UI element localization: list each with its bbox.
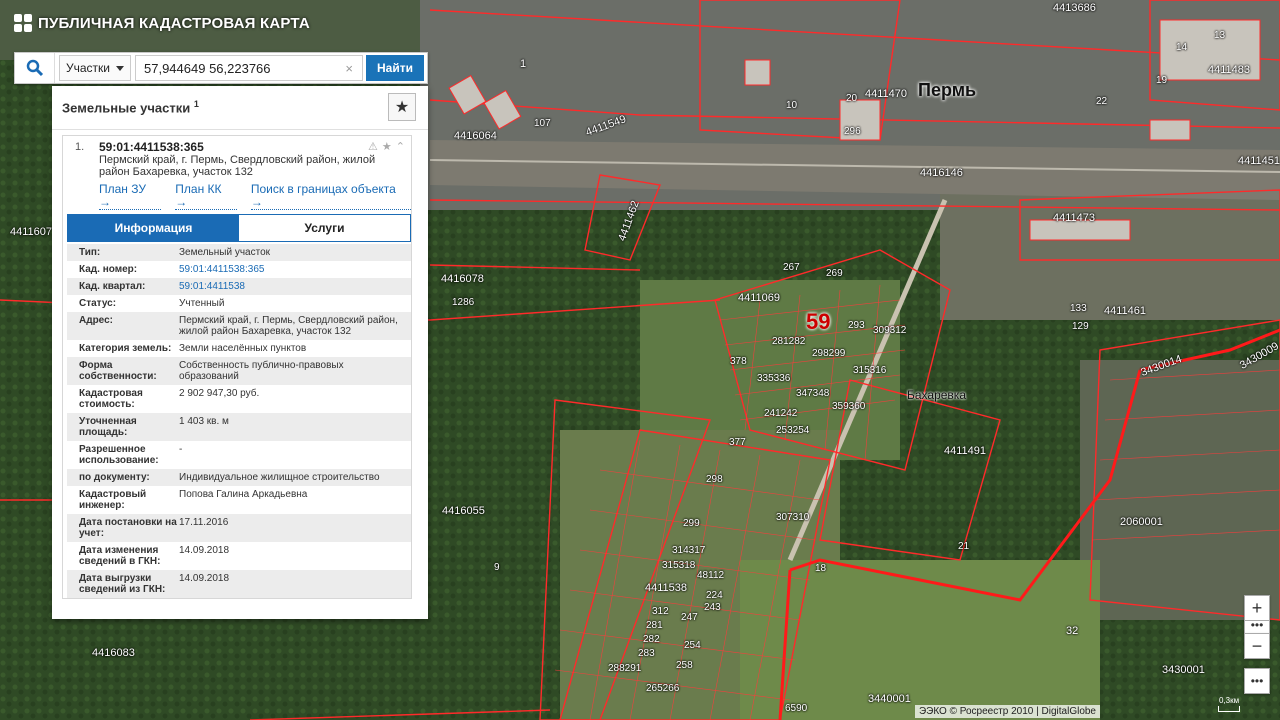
info-key: Категория земель: [79,343,172,354]
search-in-bounds-link[interactable]: Поиск в границах объекта → [250,183,412,210]
result-address: Пермский край, г. Пермь, Свердловский ра… [99,154,376,178]
info-key: Разрешенное использование: [79,444,159,466]
app-title: ПУБЛИЧНАЯ КАДАСТРОВАЯ КАРТА [38,14,310,32]
info-key: Уточненная площадь: [79,416,137,438]
search-type-label: Участки [66,61,110,75]
tab-info[interactable]: Информация [68,215,239,241]
search-icon[interactable] [15,53,55,83]
zoom-out-button[interactable]: − [1244,633,1270,659]
info-key: Кад. квартал: [79,281,146,292]
copyright-text: ЭЭКО © Росреестр 2010 | DigitalGlobe [914,705,1100,718]
info-row: Дата постановки на учет: 17.11.2016 [67,514,411,542]
info-row: Форма собственности: Собственность публич… [67,357,411,385]
info-row: Разрешенное использование: - [67,441,411,469]
clear-icon[interactable]: × [345,61,353,76]
info-row: Категория земель: Земли населённых пункто… [67,340,411,357]
panel-header: Земельные участки 1 ★ [52,86,428,130]
more-tools-button[interactable]: ••• [1244,668,1270,694]
result-summary[interactable]: 1. 59:01:4411538:365 Пермский край, г. П… [63,136,411,180]
info-value: 14.09.2018 [179,573,230,584]
info-key: Тип: [79,247,101,258]
info-key: Кадастровая стоимость: [79,388,143,410]
info-value: 17.11.2016 [179,517,229,528]
pkk-logo-icon [14,14,32,32]
info-key: по документу: [79,472,150,483]
result-tabs: Информация Услуги [67,214,411,242]
result-links: План ЗУ → План КК → Поиск в границах объ… [63,180,412,213]
plan-zu-link[interactable]: План ЗУ → [99,183,162,210]
info-value: Земельный участок [179,247,271,258]
search-bar: Участки × Найти [14,52,428,84]
info-key: Адрес: [79,315,113,326]
favorites-button[interactable]: ★ [388,93,416,121]
info-row: Уточненная площадь: 1 403 кв. м [67,413,411,441]
cad-quarter-link[interactable]: 59:01:4411538 [179,281,411,292]
info-row: Кад. номер: 59:01:4411538:365 [67,261,411,278]
find-button[interactable]: Найти [366,55,424,81]
info-key: Кадастровый инженер: [79,489,147,511]
info-value: 2 902 947,30 руб. [179,388,260,399]
info-row: по документу: Индивидуальное жилищное стр… [67,469,411,486]
search-type-select[interactable]: Участки [59,55,131,81]
info-row: Статус: Учтенный [67,295,411,312]
result-cad-number: 59:01:4411538:365 [99,140,204,154]
info-value: 14.09.2018 [179,545,230,556]
info-row: Кад. квартал: 59:01:4411538 [67,278,411,295]
info-value: Попова Галина Аркадьевна [179,489,308,500]
warning-icon[interactable]: ⚠ [368,140,378,153]
plan-kk-link[interactable]: План КК → [175,183,237,210]
result-card: 1. 59:01:4411538:365 Пермский край, г. П… [62,135,412,599]
info-key: Дата выгрузки сведений из ГКН: [79,573,166,595]
info-key: Форма собственности: [79,360,157,382]
info-value: Собственность публично-правовых образова… [179,360,344,382]
star-icon[interactable]: ★ [382,140,392,153]
scale-bar: 0,3км [1218,696,1240,712]
star-icon: ★ [394,99,410,116]
info-value: 1 403 кв. м [179,416,229,427]
scale-label: 0,3км [1219,696,1240,705]
info-value: Земли населённых пунктов [179,343,307,354]
info-table: Тип: Земельный участок Кад. номер: 59:01:4… [67,244,411,598]
info-row: Дата изменения сведений в ГКН: 14.09.2018 [67,542,411,570]
info-row: Тип: Земельный участок [67,244,411,261]
panel-title: Земельные участки 1 [62,99,199,116]
chevron-down-icon [116,65,124,71]
info-key: Кад. номер: [79,264,138,275]
info-key: Дата постановки на учет: [79,517,177,539]
chevron-up-icon[interactable]: ⌃ [396,140,405,153]
info-row: Дата выгрузки сведений из ГКН: 14.09.2018 [67,570,411,598]
info-value: Пермский край, г. Пермь, Свердловский ра… [179,315,398,337]
info-row: Адрес: Пермский край, г. Пермь, Свердловс… [67,312,411,340]
info-row: Кадастровая стоимость: 2 902 947,30 руб. [67,385,411,413]
info-row: Кадастровый инженер: Попова Галина Аркадь… [67,486,411,514]
info-key: Статус: [79,298,117,309]
info-key: Дата изменения сведений в ГКН: [79,545,161,567]
info-value: Индивидуальное жилищное строительство [179,472,380,483]
result-index: 1. [75,141,85,153]
search-input[interactable] [135,55,363,81]
info-value: - [179,444,183,455]
cad-number-link[interactable]: 59:01:4411538:365 [179,264,411,275]
info-value: Учтенный [179,298,225,309]
app-header: ПУБЛИЧНАЯ КАДАСТРОВАЯ КАРТА [14,14,310,32]
results-panel: Земельные участки 1 ★ 1. 59:01:4411538:3… [52,86,428,619]
tab-services[interactable]: Услуги [239,215,410,241]
